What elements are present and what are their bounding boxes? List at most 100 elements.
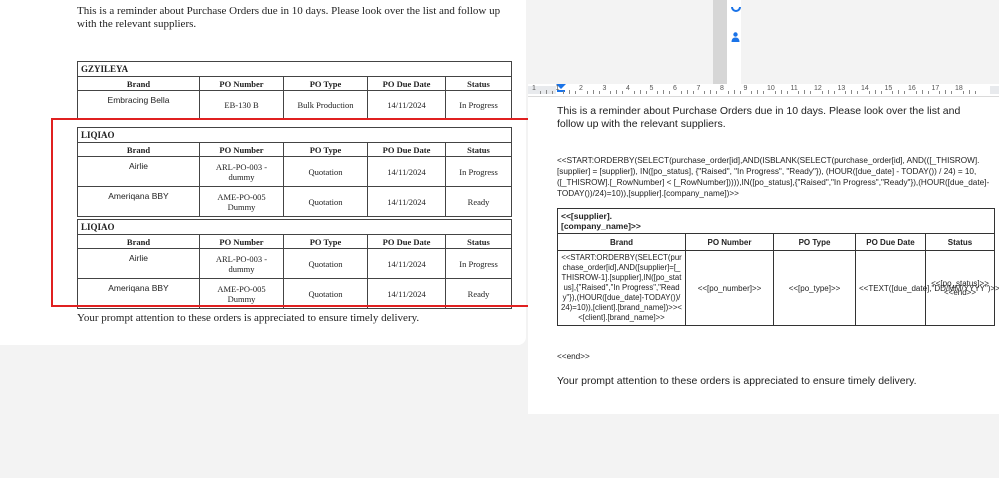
template-po-type-cell[interactable]: <<[po_type]>> bbox=[773, 250, 856, 326]
template-table[interactable]: <<[supplier].[company_name]>> Brand PO N… bbox=[557, 208, 999, 326]
ruler-tick bbox=[692, 91, 694, 94]
ruler-tick bbox=[622, 91, 624, 94]
column-header-po-due-date: PO Due Date bbox=[367, 76, 446, 91]
template-header-po-number[interactable]: PO Number bbox=[685, 233, 774, 251]
ruler-tick bbox=[927, 91, 929, 94]
template-intro[interactable]: This is a reminder about Purchase Orders… bbox=[557, 105, 987, 131]
template-supplier-placeholder[interactable]: <<[supplier].[company_name]>> bbox=[557, 208, 686, 234]
ruler-tick bbox=[868, 91, 870, 94]
ruler-tick bbox=[592, 90, 594, 94]
supplier-name: GZYILEYA bbox=[76, 61, 513, 77]
ruler-tick bbox=[939, 91, 941, 94]
template-brand-cell[interactable]: <<START:ORDERBY(SELECT(purchase_order[id… bbox=[557, 250, 686, 326]
po-type-cell: Bulk Production bbox=[283, 90, 368, 119]
ruler-tick bbox=[757, 90, 759, 94]
ruler-tick bbox=[904, 91, 906, 94]
ruler-tick bbox=[645, 91, 647, 94]
ruler-tick bbox=[874, 90, 876, 94]
ruler-tick bbox=[539, 91, 541, 94]
template-header-po-type[interactable]: PO Type bbox=[773, 233, 856, 251]
ruler-tick bbox=[968, 90, 970, 94]
ruler-number: 7 bbox=[696, 85, 701, 92]
ruler-tick bbox=[616, 90, 618, 94]
ruler-number: 18 bbox=[955, 85, 963, 92]
duplicate-highlight-box bbox=[51, 118, 531, 307]
template-header-brand[interactable]: Brand bbox=[557, 233, 686, 251]
ruler-tick bbox=[962, 91, 964, 94]
ruler-tick bbox=[833, 91, 835, 94]
template-end-tag[interactable]: <<end>> bbox=[557, 352, 590, 361]
ruler-tick bbox=[633, 91, 635, 94]
column-header-status: Status bbox=[444, 76, 513, 91]
template-header-status[interactable]: Status bbox=[925, 233, 995, 251]
ruler-tick bbox=[774, 91, 776, 94]
column-header-brand: Brand bbox=[77, 76, 200, 91]
ruler-number: 1 bbox=[555, 85, 560, 92]
ruler-tick bbox=[569, 90, 571, 94]
table-row: Embracing Bella EB-130 B Bulk Production… bbox=[77, 90, 513, 119]
ruler-tick bbox=[851, 90, 853, 94]
ruler-tick bbox=[704, 91, 706, 94]
column-header-po-type: PO Type bbox=[283, 76, 368, 91]
ruler-number: 4 bbox=[626, 85, 630, 92]
brand-cell: Embracing Bella bbox=[77, 90, 200, 119]
ruler-tick bbox=[898, 90, 900, 94]
ruler-tick bbox=[639, 90, 641, 94]
ruler-number: 6 bbox=[673, 85, 677, 92]
ruler-tick bbox=[804, 90, 806, 94]
ruler-number: 12 bbox=[814, 85, 822, 92]
ruler-number: 13 bbox=[837, 85, 846, 92]
ruler-tick bbox=[751, 91, 753, 94]
ruler-number: 5 bbox=[649, 85, 654, 92]
ruler-tick bbox=[892, 91, 894, 94]
template-empty-cell[interactable] bbox=[685, 208, 995, 234]
template-row[interactable]: <<START:ORDERBY(SELECT(purchase_order[id… bbox=[557, 250, 999, 326]
ruler-tick bbox=[586, 91, 588, 94]
template-closing[interactable]: Your prompt attention to these orders is… bbox=[557, 375, 917, 387]
email-closing: Your prompt attention to these orders is… bbox=[77, 312, 420, 324]
ruler-number: 14 bbox=[861, 85, 869, 92]
email-intro: This is a reminder about Purchase Orders… bbox=[77, 5, 501, 30]
ruler-tick bbox=[563, 91, 565, 94]
template-po-number-cell[interactable]: <<[po_number]>> bbox=[685, 250, 774, 326]
ruler-number: 17 bbox=[931, 85, 940, 92]
ruler-tick bbox=[733, 90, 735, 94]
ruler-tick bbox=[974, 91, 976, 94]
ruler-tick bbox=[951, 91, 953, 94]
template-header-po-due-date[interactable]: PO Due Date bbox=[855, 233, 926, 251]
ruler-number: 16 bbox=[908, 85, 916, 92]
horizontal-ruler[interactable]: 1 1 2 3 4 5 6 7 8 9 10 11 12 13 14 15 16 17 18 bbox=[528, 84, 999, 97]
ruler-tick bbox=[821, 91, 823, 94]
ruler-tick bbox=[727, 91, 729, 94]
ruler-tick bbox=[710, 90, 712, 94]
template-due-date-cell[interactable]: <<TEXT([due_date],"DD/MM/YYYY")>> bbox=[855, 250, 999, 326]
side-panel-strip bbox=[713, 0, 727, 84]
ruler-tick bbox=[857, 91, 859, 94]
ruler-tick bbox=[680, 91, 682, 94]
po-number-cell: EB-130 B bbox=[199, 90, 284, 119]
ruler-tick bbox=[551, 91, 553, 94]
ruler-tick bbox=[575, 91, 577, 94]
person-icon[interactable] bbox=[731, 29, 740, 47]
ruler-tick bbox=[945, 90, 947, 94]
ruler-number: 1 bbox=[532, 85, 536, 92]
ruler-tick bbox=[716, 91, 718, 94]
ruler-tick bbox=[845, 91, 847, 94]
rendered-email-pane: This is a reminder about Purchase Orders… bbox=[0, 0, 531, 345]
circle-icon[interactable] bbox=[731, 0, 741, 18]
ruler-tick bbox=[669, 91, 671, 94]
ruler-number: 8 bbox=[720, 85, 724, 92]
ruler-tick bbox=[810, 91, 812, 94]
ruler-number: 11 bbox=[790, 85, 798, 92]
column-header-po-number: PO Number bbox=[199, 76, 284, 91]
ruler-tick bbox=[663, 90, 665, 94]
ruler-number: 2 bbox=[579, 85, 583, 92]
ruler-number: 9 bbox=[743, 85, 748, 92]
ruler-tick bbox=[610, 91, 612, 94]
ruler-number: 10 bbox=[767, 85, 775, 92]
template-start-formula[interactable]: <<START:ORDERBY(SELECT(purchase_order[id… bbox=[557, 155, 995, 199]
ruler-tick bbox=[780, 90, 782, 94]
ruler-tick bbox=[657, 91, 659, 94]
ruler-tick bbox=[686, 90, 688, 94]
status-cell: In Progress bbox=[444, 90, 513, 119]
